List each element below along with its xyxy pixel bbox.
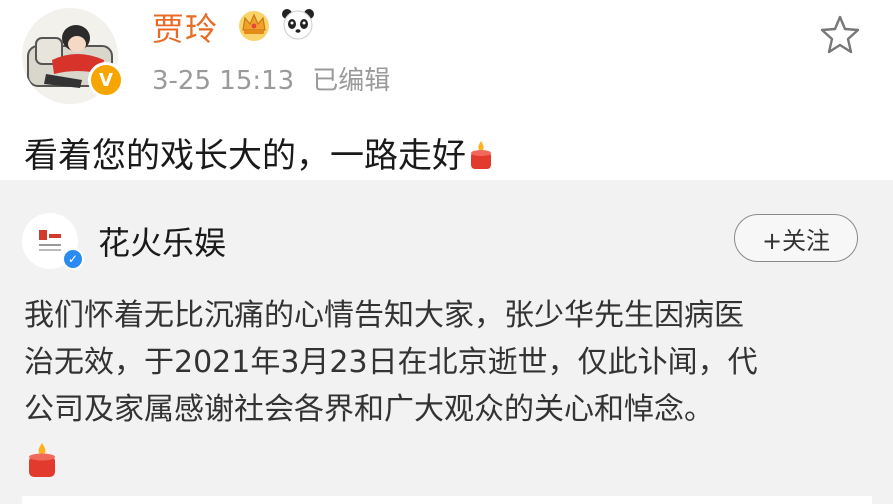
panda-icon bbox=[282, 9, 314, 40]
username[interactable]: 贾玲 bbox=[152, 4, 218, 50]
follow-button[interactable]: +关注 bbox=[734, 214, 858, 262]
repost-line: 我们怀着无比沉痛的心情告知大家，张少华先生因病医 bbox=[24, 298, 744, 333]
crown-icon bbox=[239, 11, 269, 41]
verified-icon: ✓ bbox=[62, 248, 84, 270]
post-header: V 贾玲 3-25 15:13 已编辑 bbox=[0, 0, 893, 118]
star-icon[interactable] bbox=[818, 12, 862, 56]
post-text-content: 看着您的戏长大的，一路走好 bbox=[24, 136, 466, 176]
repost-body: 我们怀着无比沉痛的心情告知大家，张少华先生因病医 治无效，于2021年3月23日… bbox=[24, 292, 876, 433]
repost-card[interactable]: ✓ 花火乐娱 +关注 我们怀着无比沉痛的心情告知大家，张少华先生因病医 治无效，… bbox=[0, 180, 893, 504]
edited-label: 已编辑 bbox=[312, 66, 391, 96]
repost-account-name[interactable]: 花火乐娱 bbox=[98, 218, 226, 264]
repost-line: 公司及家属感谢社会各界和广大观众的关心和悼念。 bbox=[24, 392, 714, 427]
vip-badge-icon: V bbox=[88, 62, 124, 98]
candle-icon bbox=[29, 443, 55, 477]
post-timestamp: 3-25 15:13 bbox=[152, 66, 295, 96]
post-meta: 3-25 15:13 已编辑 bbox=[152, 60, 390, 97]
repost-line: 治无效，于2021年3月23日在北京逝世，仅此讣闻，代 bbox=[24, 345, 758, 380]
card-bottom-divider bbox=[22, 496, 872, 504]
candle-icon bbox=[471, 141, 491, 169]
post-text: 看着您的戏长大的，一路走好 bbox=[24, 128, 494, 177]
repost-logo-icon bbox=[39, 230, 61, 251]
